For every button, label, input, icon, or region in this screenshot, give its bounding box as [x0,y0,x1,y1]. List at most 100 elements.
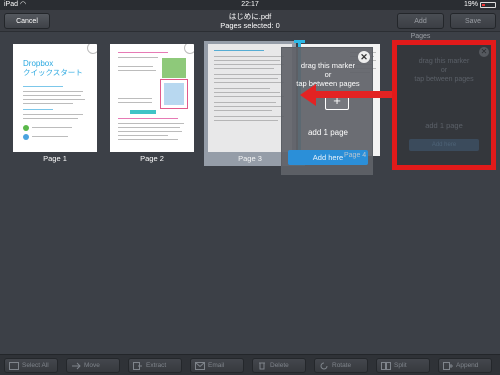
text-line [118,66,153,67]
text-line [214,78,278,79]
hint-line: drag this marker [418,58,470,65]
text-line [23,86,63,87]
move-icon [72,362,81,370]
select-circle[interactable] [184,44,194,54]
append-label: Append [456,362,479,369]
nav-bar: Cancel はじめに.pdf Pages selected: 0 Add Pa… [0,10,500,40]
battery-percent: 19% [463,1,478,8]
text-line [214,64,284,65]
text-line [214,102,276,103]
text-line [23,103,73,104]
text-line [214,50,264,51]
move-button[interactable]: Move [66,358,120,373]
text-line [118,102,152,103]
text-line [23,95,81,96]
page-label-2: Page 2 [140,154,164,163]
text-line [214,120,278,121]
ghost-add-one-label: add 1 page [425,121,463,130]
delete-label: Delete [270,362,289,369]
text-line [23,109,53,110]
email-icon [195,362,205,370]
text-line [214,110,272,111]
figure-image [162,58,186,78]
annotation-arrow-shaft [314,91,392,98]
bullet-icon [23,134,29,140]
annotation-arrow-head [300,84,316,106]
text-line [23,118,78,119]
append-icon [443,362,453,370]
delete-button[interactable]: Delete [252,358,306,373]
ghost-page-label: Page 4 [344,152,367,159]
split-button[interactable]: Split [376,358,430,373]
rotate-button[interactable]: Rotate [314,358,368,373]
page3-content [208,44,292,152]
text-line [118,57,158,58]
text-line [32,127,72,128]
text-line [118,135,168,136]
email-button[interactable]: Email [190,358,244,373]
figure-bar [130,110,156,114]
text-line [118,52,168,53]
select-all-button[interactable]: Select All [4,358,58,373]
ghost-hint: drag this marker or tap between pages [397,57,491,84]
rotate-label: Rotate [332,362,352,369]
save-button[interactable]: Save [450,13,496,29]
add-pages-button[interactable]: Add Pages [397,13,444,40]
move-label: Move [84,362,100,369]
extract-button[interactable]: Extract [128,358,182,373]
email-label: Email [208,362,225,369]
hint-line: tap between pages [414,76,474,83]
extract-label: Extract [146,362,167,369]
hint-line: drag this marker [300,61,356,70]
text-line [214,88,270,89]
page-label-1: Page 1 [43,154,67,163]
select-circle[interactable] [87,44,97,54]
trash-icon [259,362,265,370]
insert-popup: ✕ drag this marker or tap between pages … [281,47,373,175]
hint-line: tap between pages [296,79,360,88]
text-line [214,60,280,61]
rotate-icon [320,362,328,370]
text-line [118,98,152,99]
battery-icon [480,2,496,8]
add-one-page-label: add 1 page [307,128,349,137]
ghost-add-here-button: Add here [409,139,479,151]
append-button[interactable]: Append [438,358,492,373]
text-line [214,106,282,107]
text-line [214,82,284,83]
hint-line: or [440,67,448,74]
popup-hint: drag this marker or tap between pages [282,61,374,88]
text-line [214,96,284,97]
text-line [214,56,284,57]
page1-title: Dropbox [23,59,54,68]
text-line [214,68,274,69]
text-line [118,123,184,124]
split-icon [381,362,391,370]
text-line [214,116,284,117]
figure-image [164,83,184,105]
text-line [32,136,68,137]
text-line [118,139,178,140]
select-all-label: Select All [22,362,49,369]
hint-line: or [324,70,332,79]
close-icon: ✕ [479,47,489,57]
select-all-icon [9,362,19,370]
text-line [23,99,85,100]
text-line [118,127,180,128]
text-line [214,74,282,75]
text-line [118,131,182,132]
bottom-toolbar: Select All Move Extract Email Delete Rot… [0,354,500,375]
extract-icon [133,362,142,370]
page-thumbnail-1[interactable]: Dropbox クイックスタート [13,44,97,152]
split-label: Split [394,362,407,369]
text-line [23,114,83,115]
status-bar: iPad ◠ 22:17 19% [0,0,500,10]
page1-subtitle: クイックスタート [23,68,83,77]
text-line [214,92,280,93]
text-line [23,91,83,92]
page-thumbnail-2[interactable] [110,44,194,152]
text-line [118,70,156,71]
text-line [118,118,178,119]
annotation-box: ✕ drag this marker or tap between pages … [392,40,496,170]
clock: 22:17 [241,1,259,8]
